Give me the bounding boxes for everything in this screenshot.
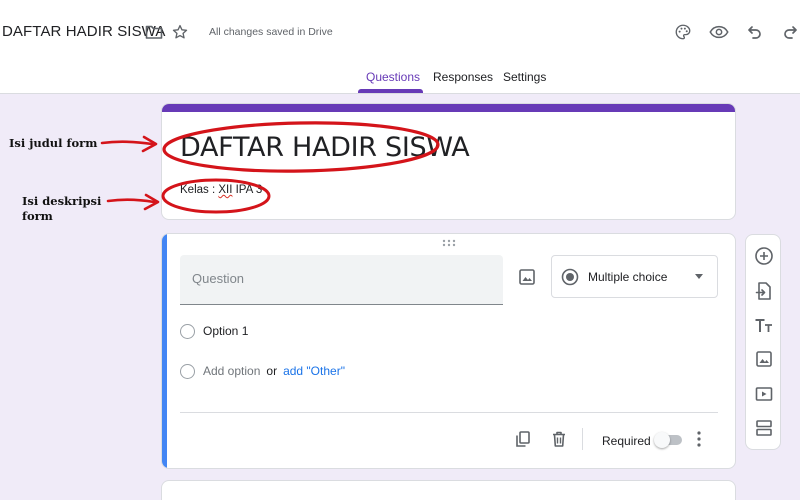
tab-questions[interactable]: Questions [366, 70, 420, 84]
title-arrow-head [141, 135, 158, 153]
tab-responses[interactable]: Responses [433, 70, 493, 84]
add-image-icon[interactable] [754, 349, 774, 369]
form-title[interactable]: DAFTAR HADIR SISWA [180, 132, 470, 163]
question-placeholder: Question [192, 271, 245, 286]
footer-separator [582, 428, 583, 450]
next-question-card[interactable] [161, 480, 736, 500]
eye-icon[interactable] [709, 22, 729, 42]
chevron-down-icon [695, 274, 703, 279]
tab-settings[interactable]: Settings [503, 70, 546, 84]
annotation-desc-line1: Isi deskripsi [22, 194, 102, 208]
folder-icon[interactable] [144, 22, 164, 42]
question-type-dropdown[interactable]: Multiple choice [551, 255, 718, 298]
annotation-title-label: Isi judul form [9, 136, 98, 150]
doc-title[interactable]: DAFTAR HADIR SISWA [2, 23, 165, 40]
question-input[interactable]: Question [180, 255, 503, 305]
add-video-icon[interactable] [754, 384, 774, 404]
add-question-icon[interactable] [754, 246, 774, 266]
spellcheck-word: XII [218, 184, 233, 196]
app-header: DAFTAR HADIR SISWA All changes saved in … [0, 0, 800, 94]
undo-icon[interactable] [745, 22, 765, 42]
star-icon[interactable] [170, 22, 190, 42]
more-vert-icon[interactable] [693, 430, 705, 448]
add-section-icon[interactable] [754, 418, 774, 438]
option-row[interactable]: Option 1 [180, 322, 248, 340]
redo-icon[interactable] [780, 22, 800, 42]
radio-circle-icon [180, 363, 195, 379]
radio-circle-icon [180, 323, 195, 339]
annotation-desc-label: Isi deskripsi form [22, 194, 101, 224]
active-card-indicator [162, 234, 167, 468]
form-title-card[interactable]: DAFTAR HADIR SISWA Kelas : XII IPA 3 [161, 103, 736, 220]
palette-icon[interactable] [673, 22, 693, 42]
required-label: Required [602, 434, 651, 448]
trash-icon[interactable] [550, 430, 568, 448]
desc-prefix: Kelas : [180, 184, 219, 196]
question-type-label: Multiple choice [588, 270, 668, 284]
title-arrow-line [100, 140, 154, 146]
duplicate-icon[interactable] [514, 430, 532, 448]
desc-suffix: IPA 3 [232, 184, 263, 196]
form-description[interactable]: Kelas : XII IPA 3 [180, 184, 262, 196]
add-option-button[interactable]: Add option [203, 364, 260, 378]
active-tab-indicator [358, 89, 423, 93]
option-label[interactable]: Option 1 [203, 324, 248, 338]
add-title-icon[interactable] [754, 316, 774, 336]
drag-handle-icon[interactable] [442, 239, 456, 247]
import-questions-icon[interactable] [754, 281, 774, 301]
toggle-knob [654, 432, 670, 448]
question-card[interactable]: Question Multiple choice Option 1 Add op… [161, 233, 736, 469]
or-text: or [266, 364, 278, 378]
add-image-icon[interactable] [516, 266, 538, 288]
add-other-button[interactable]: add "Other" [283, 364, 345, 378]
footer-divider [180, 412, 718, 413]
save-status: All changes saved in Drive [209, 26, 333, 38]
desc-arrow-line [106, 198, 156, 204]
required-toggle[interactable] [654, 432, 682, 448]
annotation-desc-line2: form [22, 209, 53, 223]
radio-button-icon [561, 268, 579, 286]
card-accent-bar [162, 104, 735, 112]
desc-arrow-head [143, 193, 160, 211]
floating-toolbar [745, 234, 781, 450]
add-option-row: Add option or add "Other" [180, 362, 345, 380]
